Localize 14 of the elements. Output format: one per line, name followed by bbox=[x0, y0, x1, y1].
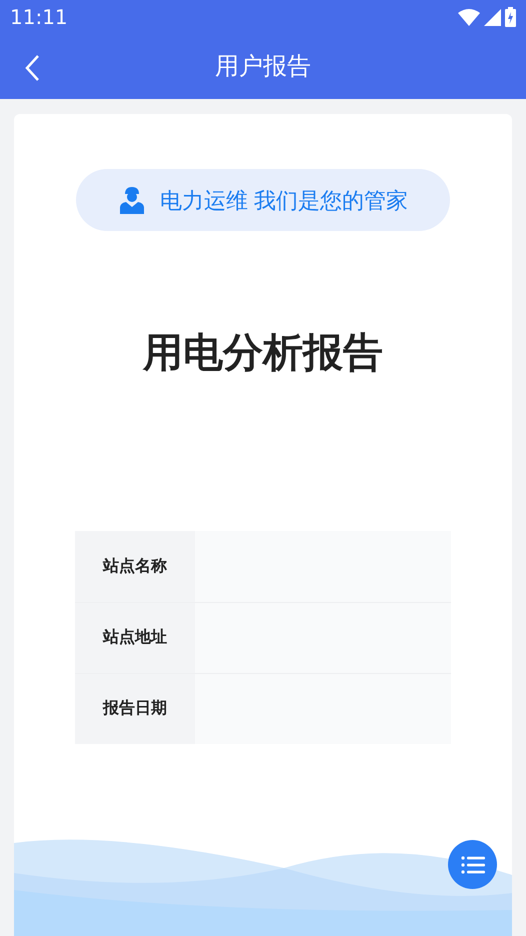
wifi-icon bbox=[458, 8, 480, 26]
back-icon bbox=[24, 54, 40, 82]
field-label: 站点地址 bbox=[103, 628, 167, 648]
menu-button[interactable] bbox=[448, 840, 497, 889]
battery-icon bbox=[505, 7, 516, 27]
worker-icon bbox=[118, 186, 146, 214]
slogan-text: 电力运维 我们是您的管家 bbox=[160, 186, 408, 214]
page-title: 用户报告 bbox=[215, 52, 311, 82]
status-time: 11:11 bbox=[10, 4, 68, 31]
report-title: 用电分析报告 bbox=[143, 330, 383, 377]
signal-icon bbox=[484, 8, 501, 26]
list-icon bbox=[460, 856, 484, 874]
field-label: 报告日期 bbox=[103, 698, 167, 719]
field-label: 站点名称 bbox=[103, 556, 167, 576]
